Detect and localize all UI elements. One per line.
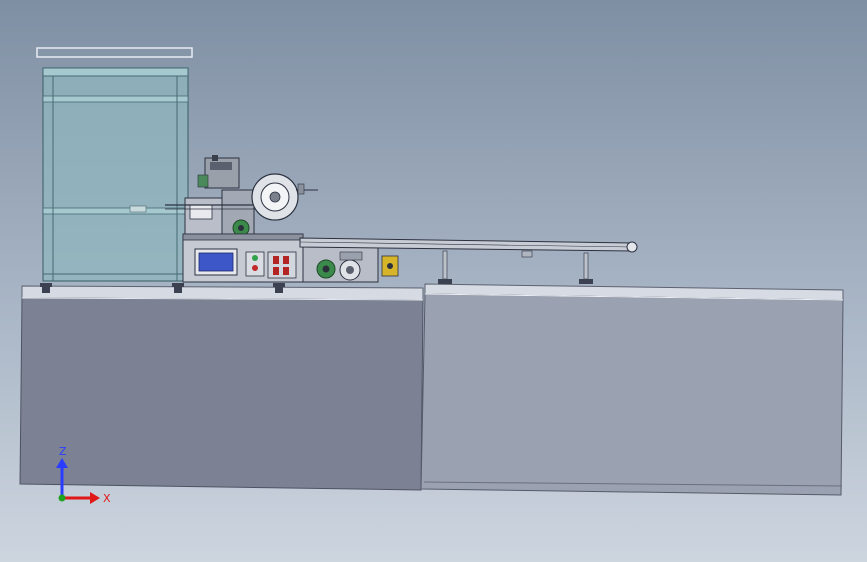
x-axis-arrowhead [90,492,100,504]
z-axis-label: Z [59,445,67,458]
y-axis-marker [58,494,66,502]
film-reel [251,173,318,221]
title-banner [36,47,193,58]
cad-viewport[interactable]: Z X [0,0,867,562]
glass-guard-cabinet [42,67,189,282]
machine-drawing: Z X [19,47,844,505]
right-table [420,283,844,496]
conveyor-legs [438,250,593,284]
left-table [19,285,424,491]
x-axis-label: X [103,492,111,505]
control-screen [194,248,238,276]
warning-label-dot [387,263,393,269]
control-buttons [245,251,297,279]
